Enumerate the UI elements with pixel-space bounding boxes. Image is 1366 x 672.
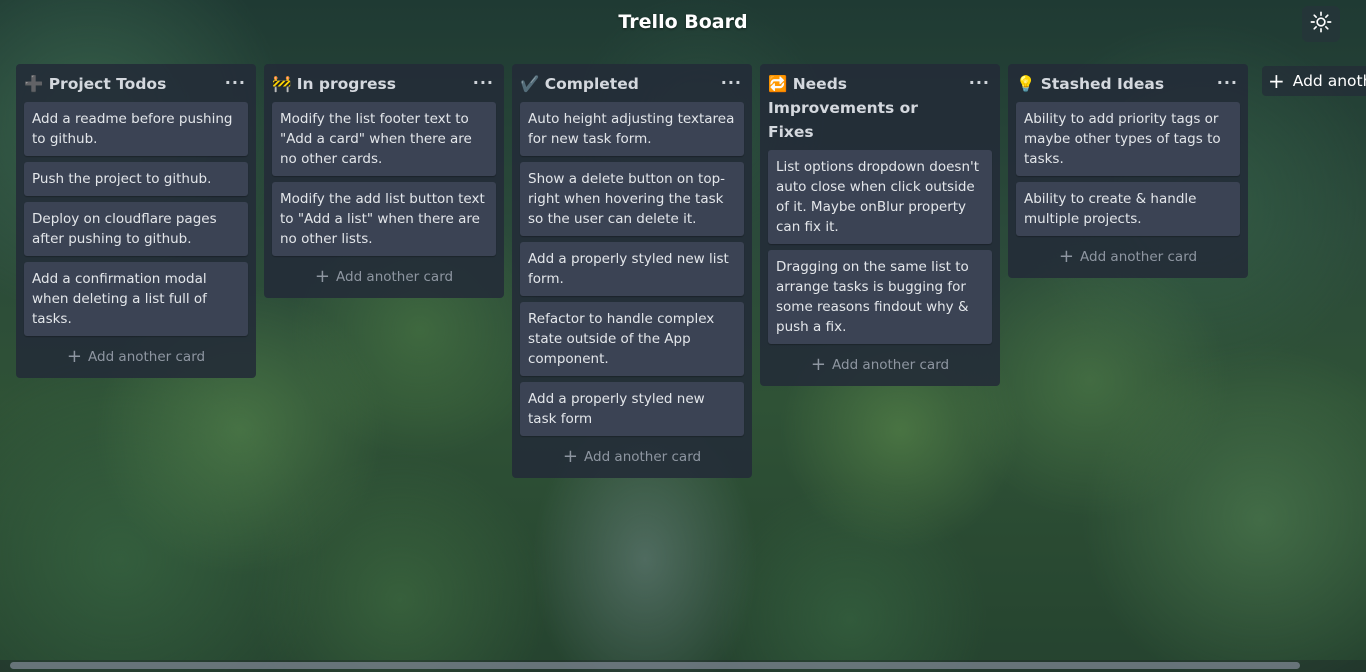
list-header: ➕ Project Todos ··· [24,64,248,102]
list-options-button[interactable]: ··· [471,72,496,94]
sun-icon [1310,11,1332,37]
list-header: ✔️ Completed ··· [520,64,744,102]
task-card[interactable]: Modify the add list button text to "Add … [272,182,496,256]
add-card-button[interactable]: + Add another card [520,442,744,472]
add-card-label: Add another card [584,449,702,465]
list-title[interactable]: 🚧 In progress [272,72,400,96]
task-card[interactable]: Show a delete button on top-right when h… [520,162,744,236]
list-options-button[interactable]: ··· [719,72,744,94]
list-header: 💡 Stashed Ideas ··· [1016,64,1240,102]
plus-icon: + [66,346,82,367]
list-completed[interactable]: ✔️ Completed ··· Auto height adjusting t… [512,64,752,478]
list-title[interactable]: ✔️ Completed [520,72,643,96]
add-card-button[interactable]: + Add another card [272,262,496,292]
add-card-label: Add another card [832,357,950,373]
board-title: Trello Board [618,11,748,33]
add-card-label: Add another card [1080,249,1198,265]
add-card-label: Add another card [88,349,206,365]
task-card[interactable]: Add a properly styled new list form. [520,242,744,296]
horizontal-scrollbar[interactable] [0,660,1366,672]
add-card-label: Add another card [336,269,454,285]
list-needs-improvements[interactable]: 🔁 Needs Improvements or Fixes ··· List o… [760,64,1000,386]
task-card[interactable]: Dragging on the same list to arrange tas… [768,250,992,344]
add-card-button[interactable]: + Add another card [24,342,248,372]
scrollbar-thumb[interactable] [10,662,1300,669]
task-card[interactable]: Modify the list footer text to "Add a ca… [272,102,496,176]
add-list-label: Add another list [1292,72,1366,90]
add-card-button[interactable]: + Add another card [1016,242,1240,272]
plus-icon: + [314,266,330,287]
list-title[interactable]: 🔁 Needs Improvements or Fixes [768,72,967,144]
list-title[interactable]: ➕ Project Todos [24,72,170,96]
task-card[interactable]: Ability to add priority tags or maybe ot… [1016,102,1240,176]
task-card[interactable]: Refactor to handle complex state outside… [520,302,744,376]
task-card[interactable]: Ability to create & handle multiple proj… [1016,182,1240,236]
list-project-todos[interactable]: ➕ Project Todos ··· Add a readme before … [16,64,256,378]
plus-icon: + [1058,246,1074,267]
board-header: Trello Board [0,0,1366,48]
list-header: 🔁 Needs Improvements or Fixes ··· [768,64,992,150]
list-options-button[interactable]: ··· [967,72,992,94]
task-card[interactable]: Add a readme before pushing to github. [24,102,248,156]
list-options-button[interactable]: ··· [223,72,248,94]
add-list-button[interactable]: + Add another list [1262,66,1366,96]
plus-icon: + [1268,69,1285,93]
task-card[interactable]: Add a confirmation modal when deleting a… [24,262,248,336]
list-title[interactable]: 💡 Stashed Ideas [1016,72,1168,96]
task-card[interactable]: Auto height adjusting textarea for new t… [520,102,744,156]
list-options-button[interactable]: ··· [1215,72,1240,94]
theme-toggle-button[interactable] [1302,6,1340,42]
plus-icon: + [810,354,826,375]
task-card[interactable]: Push the project to github. [24,162,248,196]
task-card[interactable]: List options dropdown doesn't auto close… [768,150,992,244]
task-card[interactable]: Deploy on cloudflare pages after pushing… [24,202,248,256]
list-header: 🚧 In progress ··· [272,64,496,102]
task-card[interactable]: Add a properly styled new task form [520,382,744,436]
list-stashed-ideas[interactable]: 💡 Stashed Ideas ··· Ability to add prior… [1008,64,1248,278]
list-in-progress[interactable]: 🚧 In progress ··· Modify the list footer… [264,64,504,298]
plus-icon: + [562,446,578,467]
board-lists: ➕ Project Todos ··· Add a readme before … [16,64,1248,664]
add-card-button[interactable]: + Add another card [768,350,992,380]
